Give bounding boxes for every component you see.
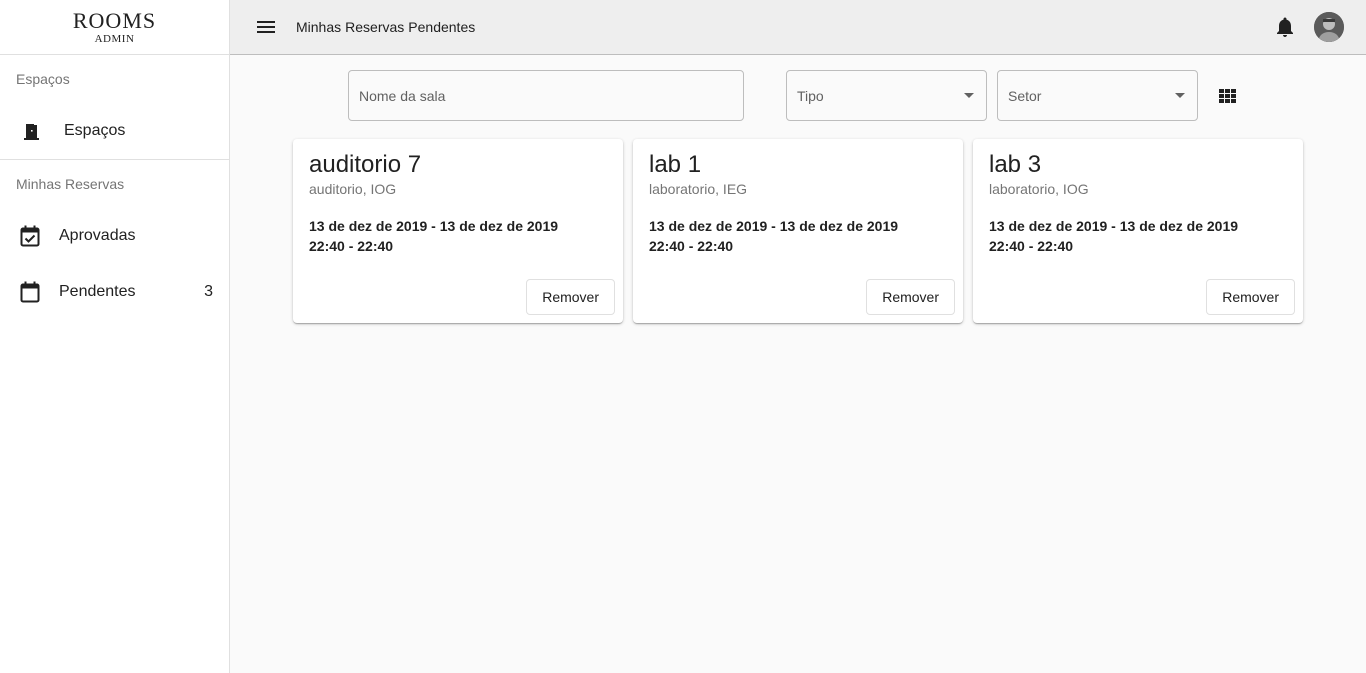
top-bar: Minhas Reservas Pendentes xyxy=(230,0,1366,55)
chevron-down-icon xyxy=(1175,93,1185,98)
room-name-field[interactable] xyxy=(348,70,744,121)
bell-icon[interactable] xyxy=(1273,15,1297,39)
sidebar-item-label: Pendentes xyxy=(59,283,136,300)
menu-icon[interactable] xyxy=(254,15,278,39)
filters-bar: Tipo Setor xyxy=(348,70,1248,121)
logo: ROOMS ADMIN xyxy=(0,0,229,55)
card-date-range: 13 de dez de 2019 - 13 de dez de 2019 xyxy=(989,218,1239,234)
section-header-spaces: Espaços xyxy=(16,71,70,87)
sidebar-item-label: Espaços xyxy=(64,122,126,139)
reservation-card: auditorio 7 auditorio, IOG 13 de dez de … xyxy=(293,139,623,323)
sector-select[interactable]: Setor xyxy=(997,70,1198,121)
card-title: auditorio 7 xyxy=(309,151,422,178)
sidebar-item-spaces[interactable]: Espaços xyxy=(0,103,229,159)
top-actions xyxy=(1273,12,1344,42)
door-icon xyxy=(20,119,44,143)
type-select-label: Tipo xyxy=(797,87,824,104)
type-select[interactable]: Tipo xyxy=(786,70,987,121)
card-title: lab 1 xyxy=(649,151,702,178)
remove-button[interactable]: Remover xyxy=(866,279,955,315)
card-date-range: 13 de dez de 2019 - 13 de dez de 2019 xyxy=(309,218,559,234)
reservation-card: lab 1 laboratorio, IEG 13 de dez de 2019… xyxy=(633,139,963,323)
sidebar-item-label: Aprovadas xyxy=(59,227,136,244)
sidebar-item-approved[interactable]: Aprovadas xyxy=(0,208,229,264)
card-subtitle: laboratorio, IOG xyxy=(989,181,1089,197)
card-time-range: 22:40 - 22:40 xyxy=(309,238,394,254)
breadcrumb-item: Minhas xyxy=(296,19,342,35)
chevron-down-icon xyxy=(964,93,974,98)
avatar[interactable] xyxy=(1314,12,1344,42)
calendar-check-icon xyxy=(18,224,42,248)
breadcrumb: Minhas Reservas Pendentes xyxy=(296,19,475,35)
sidebar: ROOMS ADMIN Espaços Espaços Minhas Reser… xyxy=(0,0,230,673)
card-dates: 13 de dez de 2019 - 13 de dez de 2019 22… xyxy=(989,216,1238,256)
card-date-range: 13 de dez de 2019 - 13 de dez de 2019 xyxy=(649,218,899,234)
reservation-card: lab 3 laboratorio, IOG 13 de dez de 2019… xyxy=(973,139,1303,323)
logo-title: ROOMS xyxy=(72,7,157,33)
remove-button[interactable]: Remover xyxy=(1206,279,1295,315)
remove-button[interactable]: Remover xyxy=(526,279,615,315)
pending-count-badge: 3 xyxy=(204,283,213,300)
card-time-range: 22:40 - 22:40 xyxy=(989,238,1074,254)
logo-subtitle: ADMIN xyxy=(94,32,135,45)
card-subtitle: laboratorio, IEG xyxy=(649,181,748,197)
room-name-input[interactable] xyxy=(359,87,743,104)
card-dates: 13 de dez de 2019 - 13 de dez de 2019 22… xyxy=(309,216,558,256)
calendar-icon xyxy=(18,280,42,304)
grid-view-icon[interactable] xyxy=(1219,89,1237,105)
sidebar-item-pending[interactable]: Pendentes 3 xyxy=(0,264,229,320)
breadcrumb-item: Reservas xyxy=(345,19,405,35)
card-dates: 13 de dez de 2019 - 13 de dez de 2019 22… xyxy=(649,216,898,256)
sector-select-label: Setor xyxy=(1008,87,1042,104)
card-time-range: 22:40 - 22:40 xyxy=(649,238,734,254)
card-subtitle: auditorio, IOG xyxy=(309,181,397,197)
card-title: lab 3 xyxy=(989,151,1042,178)
section-header-reservations: Minhas Reservas xyxy=(16,176,125,192)
breadcrumb-item: Pendentes xyxy=(408,19,476,35)
